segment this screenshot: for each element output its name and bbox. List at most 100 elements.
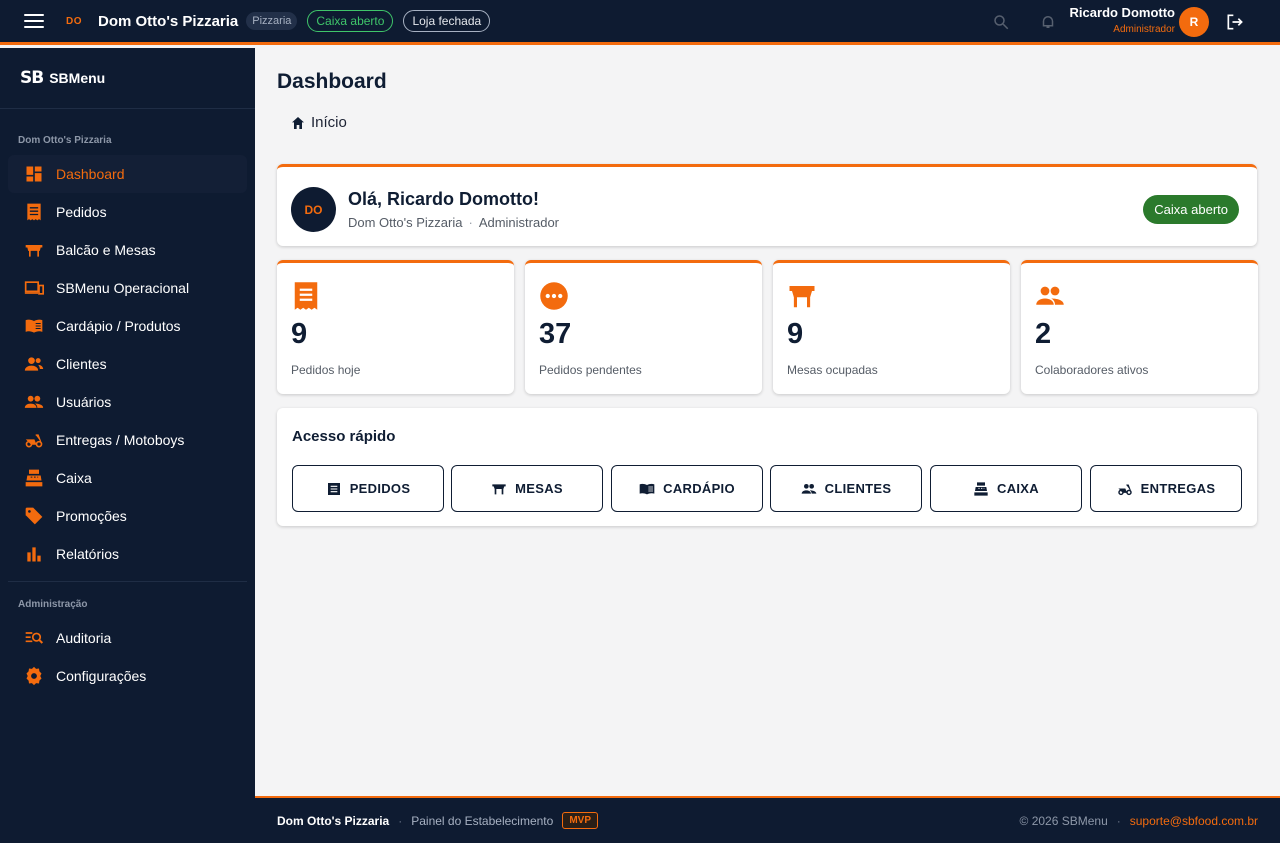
- cash-status-pill[interactable]: Caixa aberto: [307, 10, 394, 32]
- footer-copyright: © 2026 SBMenu: [1019, 813, 1108, 828]
- breadcrumb[interactable]: Início: [290, 114, 347, 131]
- sidebar-item-auditoria[interactable]: Auditoria: [8, 619, 247, 657]
- tag-icon: [25, 507, 43, 525]
- footer-store: Dom Otto's Pizzaria: [277, 813, 390, 828]
- quick-mesas-button[interactable]: MESAS: [451, 465, 603, 512]
- table-icon: [492, 483, 506, 494]
- sidebar-item-cardapio[interactable]: Cardápio / Produtos: [8, 307, 247, 345]
- sidebar-item-dashboard[interactable]: Dashboard: [8, 155, 247, 193]
- stat-value: 2: [1035, 318, 1052, 350]
- stat-card-pedidos-hoje[interactable]: 9 Pedidos hoje: [277, 260, 514, 394]
- list-icon: [327, 482, 340, 495]
- logout-icon[interactable]: [1225, 12, 1245, 32]
- bar-chart-icon: [27, 547, 41, 562]
- support-email-link[interactable]: suporte@sbfood.com.br: [1130, 814, 1258, 828]
- user-name: Ricardo Domotto: [1069, 5, 1175, 20]
- home-icon: [292, 116, 304, 129]
- store-status-pill[interactable]: Loja fechada: [403, 10, 491, 32]
- table-icon: [789, 286, 815, 308]
- user-role: Administrador: [1113, 24, 1175, 35]
- gear-icon: [26, 666, 42, 686]
- sidebar-item-sbmenu-operacional[interactable]: SBMenu Operacional: [8, 269, 247, 307]
- quick-caixa-button[interactable]: CAIXA: [930, 465, 1082, 512]
- stat-label: Pedidos pendentes: [539, 363, 642, 377]
- sidebar-item-label: SBMenu Operacional: [56, 280, 190, 296]
- store-abbr: DO: [66, 15, 82, 27]
- sidebar-item-configuracoes[interactable]: Configurações: [8, 657, 247, 695]
- cash-register-icon: [25, 469, 43, 487]
- sidebar-item-label: Pedidos: [56, 204, 107, 220]
- sidebar-item-caixa[interactable]: Caixa: [8, 459, 247, 497]
- users-icon: [24, 395, 44, 408]
- dashboard-icon: [26, 166, 42, 182]
- brand[interactable]: SB SBMenu: [0, 48, 255, 109]
- welcome-title: Olá, Ricardo Domotto!: [348, 189, 540, 209]
- stat-value: 9: [291, 318, 308, 350]
- stat-label: Mesas ocupadas: [787, 363, 878, 377]
- breadcrumb-home: Início: [311, 114, 347, 131]
- sidebar-item-label: Promoções: [56, 508, 127, 524]
- sidebar-item-promocoes[interactable]: Promoções: [8, 497, 247, 535]
- quick-button-label: CAIXA: [997, 481, 1039, 496]
- stat-card-mesas-ocupadas[interactable]: 9 Mesas ocupadas: [773, 260, 1010, 394]
- devices-icon: [24, 281, 44, 295]
- user-info[interactable]: Ricardo Domotto Administrador: [1070, 5, 1175, 35]
- users-icon: [1036, 286, 1064, 305]
- quick-button-label: MESAS: [515, 481, 563, 496]
- sidebar-section-admin: Administração: [18, 599, 88, 610]
- menu-book-icon: [639, 483, 655, 494]
- sidebar-item-label: Cardápio / Produtos: [56, 318, 181, 334]
- sidebar-item-entregas[interactable]: Entregas / Motoboys: [8, 421, 247, 459]
- sidebar-item-usuarios[interactable]: Usuários: [8, 383, 247, 421]
- sidebar-item-label: Balcão e Mesas: [56, 242, 156, 258]
- sidebar-item-label: Clientes: [56, 356, 107, 372]
- top-bar: DO Dom Otto's Pizzaria Pizzaria Caixa ab…: [0, 0, 1280, 45]
- sidebar-item-clientes[interactable]: Clientes: [8, 345, 247, 383]
- moped-icon: [1117, 484, 1132, 495]
- mvp-badge: MVP: [562, 812, 598, 829]
- store-type-badge: Pizzaria: [246, 12, 298, 30]
- stat-card-pedidos-pendentes[interactable]: 37 Pedidos pendentes: [525, 260, 762, 394]
- stat-value: 9: [787, 318, 804, 350]
- cash-register-icon: [974, 481, 988, 496]
- clients-icon: [24, 357, 44, 371]
- bell-icon[interactable]: [1039, 13, 1057, 31]
- audit-icon: [25, 632, 44, 644]
- quick-entregas-button[interactable]: ENTREGAS: [1090, 465, 1242, 512]
- footer-right: © 2026 SBMenu · suporte@sbfood.com.br: [1020, 814, 1258, 828]
- sidebar-item-label: Relatórios: [56, 546, 120, 562]
- user-avatar[interactable]: R: [1179, 7, 1209, 37]
- sidebar-item-balcao-mesas[interactable]: Balcão e Mesas: [8, 231, 247, 269]
- welcome-separator: ·: [468, 215, 473, 230]
- quick-button-label: ENTREGAS: [1140, 481, 1216, 496]
- footer-separator: ·: [398, 813, 403, 828]
- quick-button-label: CARDÁPIO: [663, 481, 735, 496]
- sidebar-item-label: Entregas / Motoboys: [56, 432, 185, 448]
- quick-cardapio-button[interactable]: CARDÁPIO: [611, 465, 763, 512]
- store-name: Dom Otto's Pizzaria: [98, 12, 239, 30]
- sidebar-divider: [8, 581, 247, 582]
- users-icon: [801, 483, 816, 494]
- receipt-icon: [27, 203, 41, 221]
- hamburger-menu-icon[interactable]: [24, 14, 44, 28]
- quick-button-label: CLIENTES: [824, 481, 892, 496]
- footer-separator: ·: [1116, 813, 1121, 828]
- receipt-icon: [294, 282, 318, 310]
- store-avatar: DO: [291, 187, 336, 232]
- table-icon: [25, 245, 43, 257]
- quick-clientes-button[interactable]: CLIENTES: [770, 465, 922, 512]
- stat-label: Colaboradores ativos: [1035, 363, 1149, 377]
- sidebar-item-pedidos[interactable]: Pedidos: [8, 193, 247, 231]
- sidebar-item-label: Caixa: [56, 470, 92, 486]
- brand-logo: SB: [20, 68, 44, 88]
- search-icon[interactable]: [992, 13, 1010, 31]
- welcome-subtitle: Dom Otto's Pizzaria · Administrador: [348, 215, 559, 230]
- sidebar-item-label: Usuários: [56, 394, 112, 410]
- quick-pedidos-button[interactable]: PEDIDOS: [292, 465, 444, 512]
- quick-access-title: Acesso rápido: [292, 428, 396, 445]
- sidebar: SB SBMenu Dom Otto's Pizzaria Dashboard …: [0, 48, 255, 843]
- stat-card-colaboradores[interactable]: 2 Colaboradores ativos: [1021, 260, 1258, 394]
- sidebar-item-relatorios[interactable]: Relatórios: [8, 535, 247, 573]
- pending-icon: [540, 282, 568, 310]
- page-title: Dashboard: [277, 70, 387, 93]
